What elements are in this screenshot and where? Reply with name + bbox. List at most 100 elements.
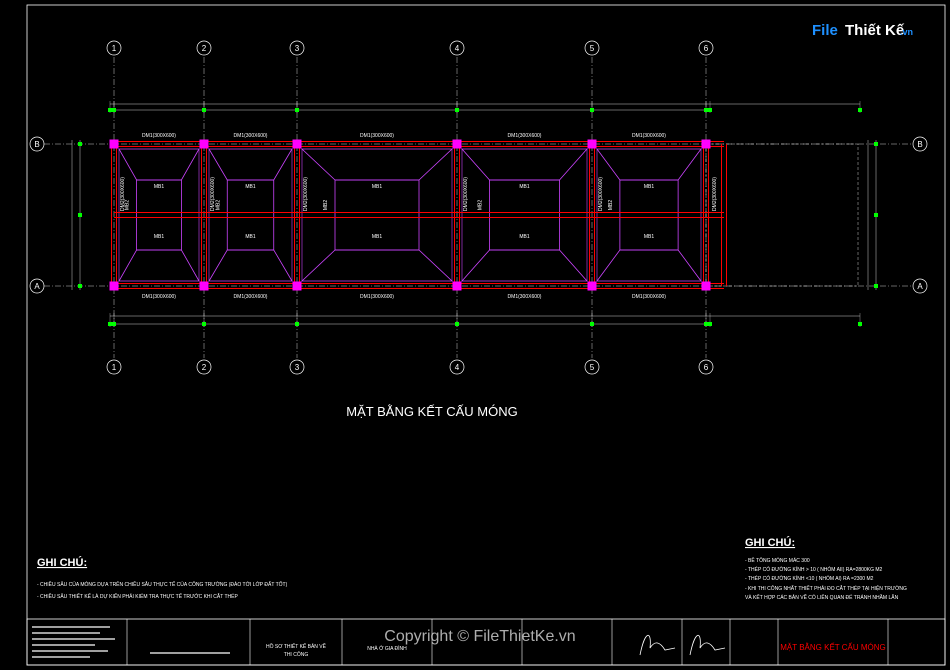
column xyxy=(587,139,597,149)
slab-label-bottom: MB1 xyxy=(154,234,165,240)
notes-right: GHI CHÚ: - BÊ TÔNG MÓNG MÁC 300 - THÉP C… xyxy=(745,536,907,601)
dim-marker xyxy=(708,322,712,326)
slab-label-bottom: MB1 xyxy=(245,234,256,240)
slab-label-side: MB2 xyxy=(478,200,484,211)
slab-panel-top xyxy=(461,148,588,181)
column xyxy=(452,281,462,291)
dim-marker xyxy=(108,322,112,326)
notes-right-line-4: - KHI THI CÔNG NHẤT THIẾT PHẢI ĐO CẮT TH… xyxy=(745,584,907,592)
beam-label-vertical: DM2(300X600) xyxy=(210,177,216,211)
dim-marker xyxy=(78,284,82,288)
logo: File Thiết Kế .vn xyxy=(812,22,913,39)
slab-panel-bottom xyxy=(118,249,200,282)
column xyxy=(701,139,711,149)
beam-label-vertical: DM2(300X600) xyxy=(303,177,309,211)
notes-left-line-1: - CHIỀU SÂU CỦA MÓNG DỰA TRÊN CHIỀU SÂU … xyxy=(37,580,288,588)
grid-label-bottom-2: 2 xyxy=(202,363,207,372)
grid-label-left-A: A xyxy=(34,282,40,291)
dim-marker xyxy=(455,322,459,326)
grid-label-bottom-6: 6 xyxy=(704,363,709,372)
title-block-sheet-title: MẶT BẰNG KẾT CẤU MÓNG xyxy=(780,642,886,652)
slab-label-bottom: MB1 xyxy=(644,234,655,240)
dim-marker xyxy=(874,213,878,217)
dim-marker xyxy=(708,108,712,112)
title-block-left-lines xyxy=(32,626,230,658)
slab-panel-bottom xyxy=(461,249,588,282)
slab-panel-top xyxy=(596,148,702,181)
slab-label-top: MB1 xyxy=(644,184,655,190)
grid-label-bottom-1: 1 xyxy=(112,363,117,372)
column xyxy=(109,139,119,149)
watermark: Copyright © FileThietKe.vn xyxy=(384,628,575,645)
column xyxy=(587,281,597,291)
signature-2-icon xyxy=(689,634,726,656)
dim-marker xyxy=(704,322,708,326)
slab-label-side: MB2 xyxy=(323,200,329,211)
dim-marker xyxy=(704,108,708,112)
beam-label-bottom: DM1(300X600) xyxy=(632,294,666,300)
slab-panel-top xyxy=(118,148,200,181)
dim-marker xyxy=(874,284,878,288)
dim-marker xyxy=(858,322,862,326)
slab-label-side: MB2 xyxy=(608,200,614,211)
grid-label-right-A: A xyxy=(917,282,923,291)
beam-label-vertical: DM2(300X600) xyxy=(712,177,718,211)
beam-label-top: DM1(300X600) xyxy=(360,133,394,139)
column xyxy=(199,281,209,291)
logo-part2: Thiết Kế xyxy=(845,22,905,39)
column xyxy=(452,139,462,149)
slab-panel-top xyxy=(208,148,293,181)
notes-left: GHI CHÚ: - CHIỀU SÂU CỦA MÓNG DỰA TRÊN C… xyxy=(37,556,288,600)
beam-label-bottom: DM1(300X600) xyxy=(360,294,394,300)
slab-label-top: MB1 xyxy=(519,184,530,190)
slab-label-top: MB1 xyxy=(154,184,165,190)
notes-right-line-2: - THÉP CÓ ĐƯỜNG KÍNH > 10 ( NHÓM AII) RA… xyxy=(745,566,883,573)
beam-label-top: DM1(300X600) xyxy=(508,133,542,139)
grid-label-right-B: B xyxy=(917,140,922,149)
column xyxy=(292,281,302,291)
slab-label-side: MB2 xyxy=(215,200,221,211)
dim-marker xyxy=(202,322,206,326)
dim-marker xyxy=(112,108,116,112)
dim-marker xyxy=(590,322,594,326)
grid-label-top-1: 1 xyxy=(112,44,117,53)
slab-panel-bottom xyxy=(208,249,293,282)
drawing-title: MẶT BẰNG KẾT CẤU MÓNG xyxy=(346,404,517,419)
grid-label-bottom-4: 4 xyxy=(455,363,460,372)
cad-drawing-canvas: File Thiết Kế .vn 1 1 2 2 3 3 4 4 5 5 6 6 B B A A MB1 MB… xyxy=(26,4,946,666)
column xyxy=(199,139,209,149)
slab-panel-top xyxy=(300,148,454,181)
grid-label-top-2: 2 xyxy=(202,44,207,53)
notes-right-line-1: - BÊ TÔNG MÓNG MÁC 300 xyxy=(745,556,810,564)
grid-label-bottom-3: 3 xyxy=(295,363,300,372)
beam-label-vertical: DM2(300X600) xyxy=(120,177,126,211)
grid-label-top-5: 5 xyxy=(590,44,595,53)
dim-marker xyxy=(455,108,459,112)
notes-left-heading: GHI CHÚ: xyxy=(37,556,87,569)
beam-label-vertical: DM2(300X600) xyxy=(463,177,469,211)
logo-part1: File xyxy=(812,22,838,39)
extension-outline xyxy=(705,143,859,287)
beam-label-top: DM1(300X600) xyxy=(234,133,268,139)
beam-label-vertical: DM2(300X600) xyxy=(598,177,604,211)
beam-label-top: DM1(300X600) xyxy=(632,133,666,139)
column xyxy=(109,281,119,291)
dim-marker xyxy=(108,108,112,112)
dim-marker xyxy=(78,142,82,146)
beam-label-bottom: DM1(300X600) xyxy=(508,294,542,300)
dim-marker xyxy=(295,322,299,326)
dim-marker xyxy=(295,108,299,112)
column xyxy=(292,139,302,149)
grid-label-top-6: 6 xyxy=(704,44,709,53)
notes-right-heading: GHI CHÚ: xyxy=(745,536,795,549)
dim-marker xyxy=(78,213,82,217)
title-block-project-2: THI CÔNG xyxy=(284,651,309,658)
logo-suffix: .vn xyxy=(900,27,913,37)
slab-panel-bottom xyxy=(300,249,454,282)
dimension-lines xyxy=(71,101,878,327)
dim-marker xyxy=(858,108,862,112)
slab-panel-bottom xyxy=(596,249,702,282)
dim-marker xyxy=(874,142,878,146)
title-block-building: NHÀ Ở GIA ĐÌNH xyxy=(367,645,407,652)
grid-label-left-B: B xyxy=(34,140,39,149)
